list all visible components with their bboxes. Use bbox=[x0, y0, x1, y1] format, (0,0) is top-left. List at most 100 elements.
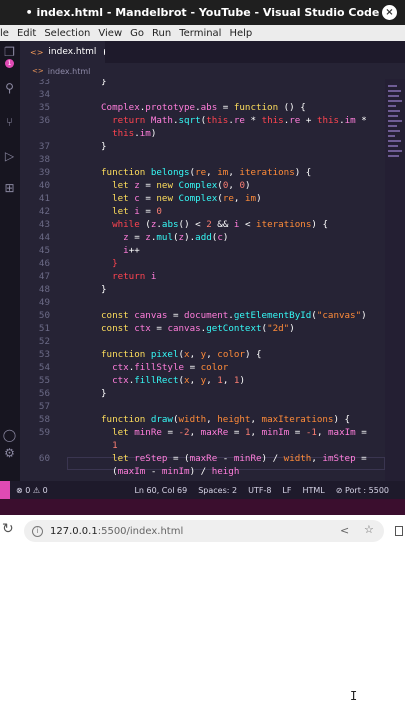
encoding[interactable]: UTF-8 bbox=[248, 486, 271, 495]
menu-help[interactable]: Help bbox=[229, 28, 252, 39]
code-line[interactable]: 38 bbox=[20, 153, 385, 166]
code-token: = bbox=[355, 427, 367, 438]
code-token: width bbox=[283, 453, 312, 464]
menu-go[interactable]: Go bbox=[130, 28, 144, 39]
account-icon[interactable]: ◯ bbox=[2, 428, 17, 443]
code-line[interactable]: 58 function draw(width, height, maxIterat… bbox=[20, 413, 385, 426]
minimap-line bbox=[388, 110, 400, 112]
code-token: = bbox=[289, 427, 306, 438]
code-editor[interactable]: 33} 34 35 Complex.prototype.abs = function … bbox=[20, 79, 385, 481]
reload-icon[interactable]: ↻ bbox=[2, 521, 14, 537]
line-number: 33 bbox=[38, 79, 50, 87]
menu-view[interactable]: View bbox=[98, 28, 122, 39]
cursor-position[interactable]: Ln 60, Col 69 bbox=[134, 486, 187, 495]
minimap-line bbox=[388, 100, 402, 102]
code-line[interactable]: 43 while (z.abs() < 2 && i < iterations)… bbox=[20, 218, 385, 231]
site-info-icon[interactable]: i bbox=[32, 525, 43, 537]
code-token: add bbox=[195, 232, 212, 243]
line-number: 58 bbox=[38, 414, 50, 425]
code-token: * bbox=[355, 115, 367, 126]
browser-page[interactable]: I bbox=[0, 546, 405, 720]
minimap[interactable] bbox=[385, 79, 405, 481]
end-of-line[interactable]: LF bbox=[282, 486, 291, 495]
live-server-port[interactable]: ⊘ Port : 5500 bbox=[336, 486, 389, 495]
code-line[interactable]: (maxIm - minIm) / heigh bbox=[20, 465, 385, 478]
search-icon[interactable]: ⚲ bbox=[2, 81, 17, 96]
code-line[interactable]: 51 const ctx = canvas.getContext("2d") bbox=[20, 322, 385, 335]
code-line[interactable]: 59 let minRe = -2, maxRe = 1, minIm = -1… bbox=[20, 426, 385, 439]
unsaved-dot-icon[interactable] bbox=[104, 49, 105, 55]
code-line[interactable]: 60 let reStep = (maxRe - minRe) / width,… bbox=[20, 452, 385, 465]
code-line[interactable]: 50 const canvas = document.getElementById… bbox=[20, 309, 385, 322]
code-token: re bbox=[222, 193, 234, 204]
code-line[interactable]: 55 ctx.fillRect(x, y, 1, 1) bbox=[20, 374, 385, 387]
code-line[interactable]: 41 let c = new Complex(re, im) bbox=[20, 192, 385, 205]
language-mode[interactable]: HTML bbox=[302, 486, 324, 495]
code-line[interactable]: 53 function pixel(x, y, color) { bbox=[20, 348, 385, 361]
bookmark-star-icon[interactable]: ☆ bbox=[364, 523, 374, 536]
code-line[interactable]: 56} bbox=[20, 387, 385, 400]
code-line[interactable]: 54 ctx.fillStyle = color bbox=[20, 361, 385, 374]
code-token: ) bbox=[361, 310, 367, 321]
code-line[interactable]: 37} bbox=[20, 140, 385, 153]
code-line[interactable]: 48} bbox=[20, 283, 385, 296]
code-line[interactable]: 35 Complex.prototype.abs = function () { bbox=[20, 101, 385, 114]
code-line[interactable]: 42 let i = 0 bbox=[20, 205, 385, 218]
address-bar[interactable]: i 127.0.0.1:5500/index.html bbox=[24, 520, 384, 542]
code-line[interactable]: 36 return Math.sqrt(this.re * this.re + … bbox=[20, 114, 385, 127]
code-line[interactable]: 33} bbox=[20, 79, 385, 88]
run-debug-icon[interactable]: ▷ bbox=[2, 149, 17, 164]
code-token: , bbox=[228, 167, 240, 178]
indentation[interactable]: Spaces: 2 bbox=[198, 486, 237, 495]
code-line[interactable]: 52 bbox=[20, 335, 385, 348]
menu-file[interactable]: le bbox=[0, 28, 9, 39]
code-line[interactable]: 39 function belongs(re, im, iterations) { bbox=[20, 166, 385, 179]
code-line[interactable]: 40 let z = new Complex(0, 0) bbox=[20, 179, 385, 192]
code-line[interactable]: this.im) bbox=[20, 127, 385, 140]
code-token: canvas bbox=[167, 323, 201, 334]
menu-run[interactable]: Run bbox=[152, 28, 171, 39]
code-token: < bbox=[239, 219, 257, 230]
menu-edit[interactable]: Edit bbox=[17, 28, 36, 39]
code-line[interactable]: 49 bbox=[20, 296, 385, 309]
code-line[interactable]: 34 bbox=[20, 88, 385, 101]
tab-index-html[interactable]: <> index.html bbox=[20, 41, 105, 63]
breadcrumb[interactable]: <> index.html bbox=[20, 63, 405, 79]
code-token: im bbox=[217, 167, 229, 178]
code-text: let reStep = (maxRe - minRe) / width, im… bbox=[101, 452, 367, 465]
code-token: , bbox=[189, 375, 201, 386]
code-token: ) / bbox=[261, 453, 284, 464]
line-number: 59 bbox=[38, 427, 50, 438]
code-line[interactable]: 47 return i bbox=[20, 270, 385, 283]
share-icon[interactable]: < bbox=[340, 524, 349, 537]
menu-terminal[interactable]: Terminal bbox=[179, 28, 221, 39]
menu-selection[interactable]: Selection bbox=[44, 28, 90, 39]
line-number: 48 bbox=[38, 284, 50, 295]
code-line[interactable]: 45 i++ bbox=[20, 244, 385, 257]
code-token: , bbox=[206, 414, 218, 425]
settings-gear-icon[interactable]: ⚙ bbox=[2, 446, 17, 461]
code-token: maxIterations bbox=[261, 414, 334, 425]
code-line[interactable]: 57 bbox=[20, 400, 385, 413]
code-token: function bbox=[101, 414, 146, 425]
explorer-icon[interactable]: ❐ bbox=[2, 45, 17, 60]
source-control-icon[interactable]: ⑂ bbox=[2, 115, 17, 130]
close-window-button[interactable]: × bbox=[382, 5, 397, 20]
remote-indicator[interactable] bbox=[0, 481, 10, 499]
extensions-icon[interactable]: ⊞ bbox=[2, 181, 17, 196]
extension-icon[interactable] bbox=[395, 526, 403, 536]
code-line[interactable]: 46 } bbox=[20, 257, 385, 270]
problems-indicator[interactable]: ⊗ 0 ⚠ 0 bbox=[16, 486, 48, 495]
code-token: , bbox=[250, 427, 262, 438]
code-line[interactable]: 1 bbox=[20, 439, 385, 452]
code-line[interactable]: 44 z = z.mul(z).add(c) bbox=[20, 231, 385, 244]
code-token: ) bbox=[150, 128, 157, 139]
code-token: color bbox=[200, 362, 229, 373]
code-token: im bbox=[139, 128, 151, 139]
minimap-line bbox=[388, 150, 402, 152]
code-token: , bbox=[206, 375, 218, 386]
